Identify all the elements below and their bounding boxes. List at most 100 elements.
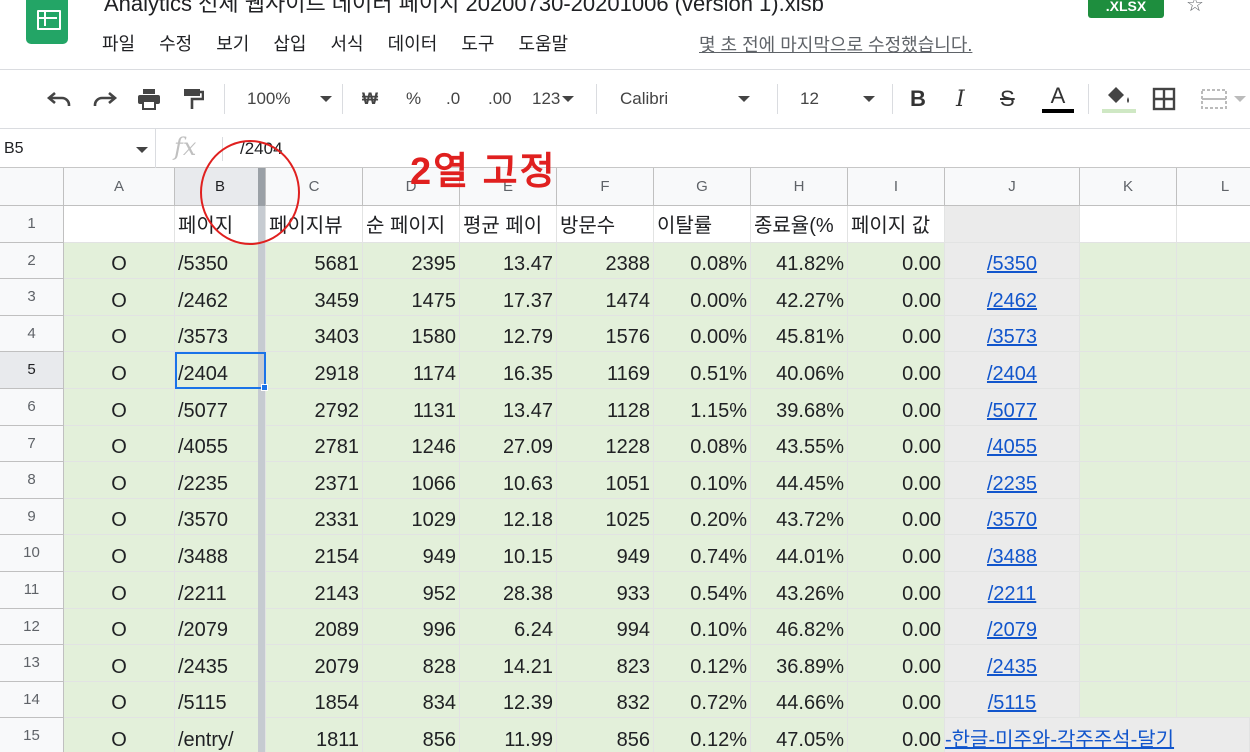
table-cell[interactable]: 1580 [363, 315, 460, 353]
table-cell[interactable]: 0.00 [848, 535, 945, 572]
table-cell[interactable] [1177, 498, 1250, 536]
table-cell[interactable] [1177, 535, 1250, 572]
table-cell[interactable]: 39.68% [751, 389, 848, 426]
table-cell[interactable]: 834 [363, 681, 460, 719]
table-cell[interactable]: /2435 [945, 645, 1080, 682]
font-family-select[interactable]: Calibri [620, 70, 751, 128]
table-cell[interactable]: 0.00 [848, 718, 945, 752]
table-cell[interactable]: 12.79 [460, 315, 557, 353]
menu-insert[interactable]: 삽입 [273, 30, 306, 56]
table-cell[interactable]: /2462 [945, 279, 1080, 316]
table-cell[interactable] [1177, 315, 1250, 353]
table-cell[interactable]: 43.26% [751, 572, 848, 609]
table-cell[interactable]: 0.00 [848, 315, 945, 353]
undo-icon[interactable] [46, 70, 72, 128]
table-cell[interactable]: 40.06% [751, 352, 848, 389]
table-cell[interactable]: O [64, 718, 175, 752]
table-cell[interactable]: 2388 [557, 242, 654, 280]
table-cell[interactable]: 42.27% [751, 279, 848, 316]
table-cell[interactable]: 1576 [557, 315, 654, 353]
table-cell[interactable]: 823 [557, 645, 654, 682]
row-header[interactable]: 7 [0, 425, 64, 463]
table-cell[interactable]: 46.82% [751, 608, 848, 646]
star-icon[interactable]: ☆ [1186, 0, 1204, 17]
url-link[interactable]: /4055 [987, 436, 1037, 459]
header-cell[interactable]: 이탈률 [654, 206, 751, 243]
row-header[interactable]: 11 [0, 572, 64, 609]
table-cell[interactable] [1080, 535, 1177, 572]
table-cell[interactable]: O [64, 498, 175, 536]
table-cell[interactable] [1177, 681, 1250, 719]
table-cell[interactable]: /3573 [175, 315, 266, 353]
table-cell[interactable]: O [64, 535, 175, 572]
table-cell[interactable]: /2235 [945, 462, 1080, 499]
table-cell[interactable] [1080, 572, 1177, 609]
table-cell[interactable]: 1066 [363, 462, 460, 499]
url-link[interactable]: /5077 [987, 400, 1037, 423]
font-size-select[interactable]: 12 [800, 70, 875, 128]
table-cell[interactable]: 0.08% [654, 242, 751, 280]
redo-icon[interactable] [92, 70, 118, 128]
table-cell[interactable]: 0.00 [848, 681, 945, 719]
table-cell[interactable]: /5115 [945, 681, 1080, 719]
table-cell[interactable] [1080, 315, 1177, 353]
row-header[interactable]: 4 [0, 315, 64, 353]
table-cell[interactable]: 2331 [266, 498, 363, 536]
column-header[interactable]: I [848, 168, 945, 206]
table-cell[interactable]: 0.00 [848, 389, 945, 426]
table-cell[interactable]: O [64, 315, 175, 353]
table-cell[interactable]: 41.82% [751, 242, 848, 280]
table-cell[interactable]: 1.15% [654, 389, 751, 426]
table-cell[interactable] [1177, 389, 1250, 426]
table-cell[interactable]: O [64, 425, 175, 463]
table-cell[interactable]: 0.10% [654, 608, 751, 646]
table-cell[interactable]: 2792 [266, 389, 363, 426]
url-link[interactable]: /2404 [987, 363, 1037, 386]
table-cell[interactable]: 10.63 [460, 462, 557, 499]
menu-edit[interactable]: 수정 [159, 30, 192, 56]
table-cell[interactable] [1080, 462, 1177, 499]
row-header[interactable]: 1 [0, 206, 64, 243]
table-cell[interactable]: 17.37 [460, 279, 557, 316]
header-cell[interactable] [1080, 206, 1177, 243]
table-cell[interactable]: 949 [363, 535, 460, 572]
table-cell[interactable]: 13.47 [460, 389, 557, 426]
table-cell[interactable]: /2404 [175, 352, 266, 389]
table-cell[interactable] [1177, 572, 1250, 609]
table-cell[interactable] [1080, 352, 1177, 389]
document-title[interactable]: Analytics 전체 웹사이트 데이터 페이지 20200730-20201… [104, 0, 824, 18]
table-cell[interactable]: 11.99 [460, 718, 557, 752]
table-cell[interactable]: 1228 [557, 425, 654, 463]
sheets-logo-icon[interactable] [26, 0, 68, 44]
strikethrough-button[interactable]: S [1000, 70, 1015, 128]
column-header[interactable]: H [751, 168, 848, 206]
table-cell[interactable]: 16.35 [460, 352, 557, 389]
table-cell[interactable] [1080, 389, 1177, 426]
table-cell[interactable]: 0.00 [848, 645, 945, 682]
table-cell[interactable]: 13.47 [460, 242, 557, 280]
menu-file[interactable]: 파일 [102, 30, 135, 56]
table-cell[interactable]: /2211 [945, 572, 1080, 609]
table-cell[interactable]: 2143 [266, 572, 363, 609]
table-cell[interactable]: /2435 [175, 645, 266, 682]
table-cell[interactable]: 933 [557, 572, 654, 609]
table-cell[interactable]: 0.08% [654, 425, 751, 463]
table-cell[interactable]: 0.00% [654, 315, 751, 353]
table-cell[interactable]: 0.00 [848, 352, 945, 389]
table-cell[interactable]: /3570 [175, 498, 266, 536]
table-cell[interactable]: /5077 [175, 389, 266, 426]
table-cell[interactable]: 0.00 [848, 608, 945, 646]
table-cell[interactable]: 6.24 [460, 608, 557, 646]
menu-data[interactable]: 데이터 [388, 30, 438, 56]
url-link[interactable]: /2211 [988, 583, 1037, 606]
header-cell[interactable]: 평균 페이 [460, 206, 557, 243]
table-cell[interactable]: 2918 [266, 352, 363, 389]
row-header[interactable]: 13 [0, 645, 64, 682]
table-cell[interactable]: 828 [363, 645, 460, 682]
table-cell[interactable]: 2395 [363, 242, 460, 280]
url-link[interactable]: /3570 [987, 509, 1037, 532]
table-cell[interactable]: /3488 [945, 535, 1080, 572]
table-cell[interactable]: 2079 [266, 645, 363, 682]
paint-format-icon[interactable] [182, 70, 204, 128]
row-header[interactable]: 2 [0, 242, 64, 280]
